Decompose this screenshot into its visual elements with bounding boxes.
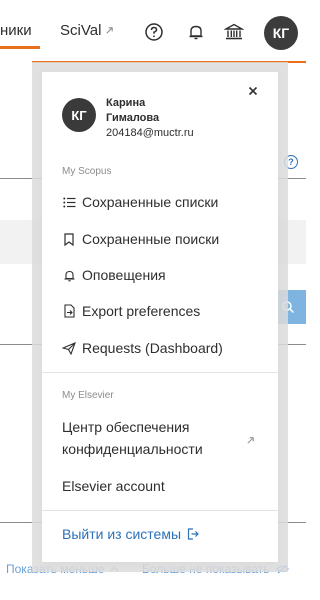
user-name: Карина Гималова bbox=[106, 96, 159, 126]
logout-icon bbox=[187, 528, 199, 540]
menu-item-label: Сохраненные списки bbox=[82, 194, 219, 210]
menu-item-requests-dashboard[interactable]: Requests (Dashboard) bbox=[62, 336, 262, 360]
user-first-name: Карина bbox=[106, 97, 146, 109]
user-last-name: Гималова bbox=[106, 112, 160, 124]
menu-item-label: Оповещения bbox=[82, 267, 166, 283]
menu-item-alerts[interactable]: Оповещения bbox=[62, 263, 262, 287]
external-link-icon bbox=[247, 437, 254, 444]
bookmark-icon bbox=[62, 232, 76, 246]
section-label-my-scopus: My Scopus bbox=[62, 166, 112, 177]
logout-label: Выйти из системы bbox=[62, 526, 182, 542]
menu-item-label: Requests (Dashboard) bbox=[82, 340, 223, 356]
logout-button[interactable]: Выйти из системы bbox=[62, 526, 199, 542]
menu-item-export-preferences[interactable]: Export preferences bbox=[62, 299, 262, 323]
account-dropdown-menu: КГ Карина Гималова 204184@muctr.ru My Sc… bbox=[42, 72, 278, 562]
nav-sources-link[interactable]: ники bbox=[0, 22, 32, 39]
menu-divider bbox=[42, 372, 278, 373]
background-bottom-links: Показать меньше Больше не показывать bbox=[0, 560, 306, 580]
bell-icon[interactable] bbox=[184, 20, 208, 44]
dont-show-again-link[interactable]: Больше не показывать bbox=[142, 562, 289, 576]
bell-icon bbox=[62, 268, 76, 282]
page: ники SciVal КГ ? Показать меньше Больше … bbox=[0, 0, 306, 600]
external-link-icon bbox=[106, 27, 114, 34]
show-less-link[interactable]: Показать меньше bbox=[6, 562, 119, 576]
menu-item-saved-searches[interactable]: Сохраненные поиски bbox=[62, 227, 262, 251]
menu-item-elsevier-account[interactable]: Elsevier account bbox=[62, 478, 165, 494]
account-avatar-button[interactable]: КГ bbox=[264, 16, 298, 50]
menu-item-label: Сохраненные поиски bbox=[82, 231, 220, 247]
menu-item-label: Export preferences bbox=[82, 303, 201, 319]
active-tab-indicator bbox=[0, 46, 40, 49]
menu-divider bbox=[42, 510, 278, 511]
export-icon bbox=[62, 304, 76, 318]
institution-icon[interactable] bbox=[222, 20, 246, 44]
background-help-icon[interactable]: ? bbox=[284, 155, 298, 169]
section-label-my-elsevier: My Elsevier bbox=[62, 390, 114, 401]
help-circle-icon[interactable] bbox=[142, 20, 166, 44]
nav-scival-link[interactable]: SciVal bbox=[60, 22, 114, 39]
user-email: 204184@muctr.ru bbox=[106, 127, 194, 139]
menu-item-saved-lists[interactable]: Сохраненные списки bbox=[62, 190, 262, 214]
topbar-accent-rule bbox=[32, 61, 306, 63]
menu-item-privacy-center[interactable]: Центр обеспечения конфиденциальности bbox=[62, 416, 222, 460]
dont-show-label: Больше не показывать bbox=[142, 562, 270, 576]
search-icon bbox=[282, 301, 295, 314]
show-less-label: Показать меньше bbox=[6, 562, 105, 576]
close-icon[interactable] bbox=[246, 84, 260, 98]
send-icon bbox=[62, 341, 76, 355]
list-icon bbox=[62, 195, 76, 209]
top-navigation-bar: ники SciVal КГ bbox=[0, 0, 306, 63]
scival-label: SciVal bbox=[60, 22, 102, 39]
user-avatar: КГ bbox=[62, 98, 96, 132]
eye-off-icon bbox=[275, 564, 289, 574]
chevron-up-icon bbox=[110, 566, 119, 572]
